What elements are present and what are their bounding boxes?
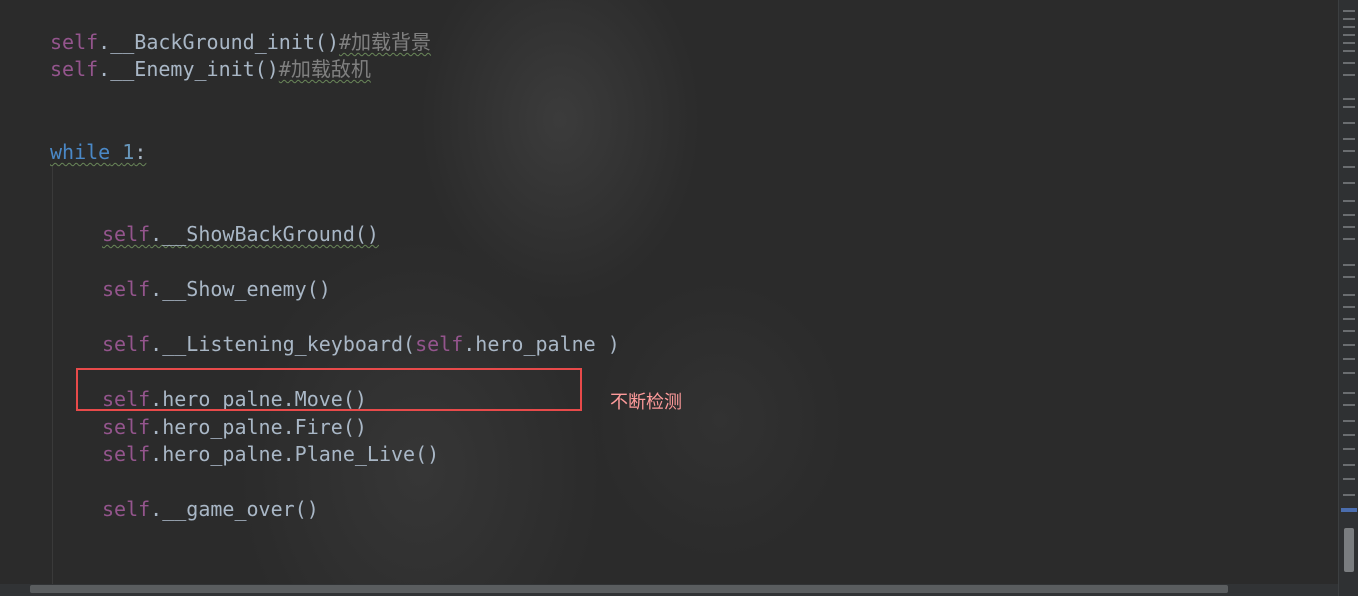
scroll-marker [1343, 464, 1355, 466]
scroll-marker [1343, 294, 1355, 296]
call-text: .__game_over() [150, 497, 319, 521]
caret-position-marker [1341, 508, 1357, 512]
scroll-marker [1343, 344, 1355, 346]
while-statement: while 1: [50, 140, 146, 164]
argument-text: .hero_palne [463, 332, 596, 356]
scroll-marker [1343, 226, 1355, 228]
self-keyword-arg: self [415, 332, 464, 356]
scroll-marker [1343, 448, 1355, 450]
scroll-marker [1343, 330, 1355, 332]
code-line-while[interactable]: while 1: [50, 140, 146, 164]
scroll-marker [1343, 166, 1355, 168]
scroll-marker [1343, 214, 1355, 216]
comment-text: #加载背景 [339, 30, 432, 54]
self-keyword: self [102, 442, 151, 466]
self-keyword: self [102, 332, 151, 356]
scroll-marker [1343, 392, 1355, 394]
code-line-1[interactable]: self.__BackGround_init()#加载背景 [50, 30, 431, 54]
code-line-fire[interactable]: self.hero_palne.Fire() [102, 415, 367, 439]
code-line-show-background[interactable]: self.__ShowBackGround() [102, 222, 379, 246]
comment-text: #加载敌机 [278, 57, 371, 81]
code-line-listening-keyboard[interactable]: self.__Listening_keyboard(self.hero_paln… [102, 332, 620, 356]
while-keyword: while [50, 140, 111, 164]
scroll-marker [1343, 276, 1355, 278]
indent-guide [52, 166, 53, 596]
scroll-marker [1343, 404, 1355, 406]
scroll-marker [1343, 62, 1355, 64]
self-keyword: self [102, 277, 151, 301]
call-text: .__Enemy_init() [98, 57, 279, 81]
self-keyword: self [50, 57, 99, 81]
scroll-marker [1343, 74, 1355, 76]
call-text: .hero_palne.Plane_Live() [150, 442, 440, 466]
scroll-marker [1343, 434, 1355, 436]
call-expression: self.__ShowBackGround() [102, 222, 379, 246]
scroll-marker [1343, 42, 1355, 44]
code-line-plane-live[interactable]: self.hero_palne.Plane_Live() [102, 442, 439, 466]
scroll-marker [1343, 138, 1355, 140]
self-keyword: self [102, 222, 151, 246]
scroll-marker [1343, 200, 1355, 202]
scroll-marker [1343, 106, 1355, 108]
scroll-marker [1343, 494, 1355, 496]
scroll-marker [1343, 264, 1355, 266]
call-text: .__ShowBackGround() [150, 222, 379, 246]
code-line-show-enemy[interactable]: self.__Show_enemy() [102, 277, 331, 301]
scroll-marker [1343, 478, 1355, 480]
scroll-marker [1343, 150, 1355, 152]
call-text: .hero_palne.Fire() [150, 415, 367, 439]
scroll-marker [1343, 238, 1355, 240]
scroll-marker [1343, 26, 1355, 28]
scroll-marker [1343, 420, 1355, 422]
scroll-marker [1343, 358, 1355, 360]
scroll-marker [1343, 98, 1355, 100]
scroll-marker [1343, 318, 1355, 320]
closing-paren: ) [595, 332, 620, 356]
call-text: .__BackGround_init() [98, 30, 339, 54]
scroll-marker [1343, 122, 1355, 124]
self-keyword: self [102, 497, 151, 521]
call-text: .__Show_enemy() [150, 277, 331, 301]
scroll-marker [1343, 372, 1355, 374]
highlight-box [76, 368, 582, 411]
horizontal-scrollbar-thumb[interactable] [30, 585, 1228, 593]
scroll-marker [1343, 306, 1355, 308]
code-line-game-over[interactable]: self.__game_over() [102, 497, 319, 521]
call-text: .__Listening_keyboard( [150, 332, 416, 356]
self-keyword: self [50, 30, 99, 54]
annotation-label: 不断检测 [610, 392, 682, 413]
scroll-marker [1343, 50, 1355, 52]
scroll-marker [1343, 182, 1355, 184]
scroll-marker [1343, 34, 1355, 36]
scroll-marker [1343, 10, 1355, 12]
code-line-2[interactable]: self.__Enemy_init()#加载敌机 [50, 57, 371, 81]
scroll-marker [1343, 18, 1355, 20]
vertical-scrollbar-thumb[interactable] [1344, 528, 1354, 572]
colon: : [134, 140, 147, 164]
number-literal: 1 [122, 140, 135, 164]
vertical-scrollbar[interactable] [1338, 0, 1358, 596]
self-keyword: self [102, 415, 151, 439]
code-editor[interactable]: self.__BackGround_init()#加载背景 self.__Ene… [0, 0, 1338, 596]
